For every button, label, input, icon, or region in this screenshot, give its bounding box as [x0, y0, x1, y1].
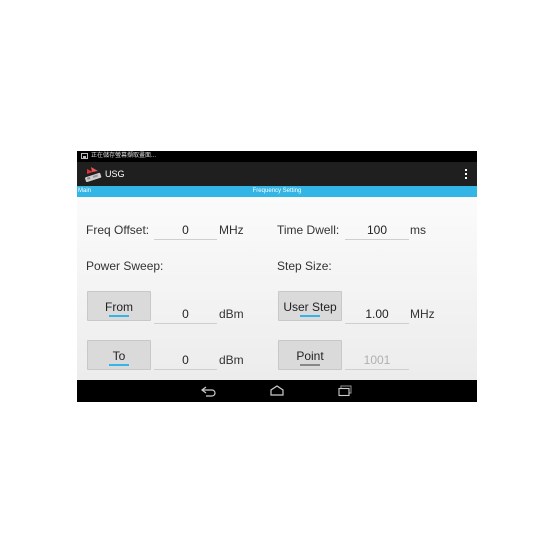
status-bar: 正在儲存螢幕擷取畫面... [77, 151, 477, 162]
back-icon[interactable] [201, 385, 217, 397]
from-button-indicator [109, 315, 129, 317]
tab-main[interactable]: Main [77, 186, 91, 197]
screenshot-notification-icon [81, 153, 88, 159]
from-value-unit: dBm [219, 307, 244, 321]
time-dwell-label: Time Dwell: [277, 223, 340, 237]
time-dwell-underline [345, 239, 409, 240]
user-step-value-underline [345, 323, 409, 324]
point-button-label: Point [296, 349, 324, 363]
user-step-value-input[interactable]: 1.00 [345, 307, 409, 321]
point-value-underline [345, 369, 409, 370]
to-button-label: To [112, 349, 126, 363]
device-screen: 正在儲存螢幕擷取畫面... USG Frequency Setting Main… [77, 151, 477, 402]
to-value-unit: dBm [219, 353, 244, 367]
freq-offset-unit: MHz [219, 223, 244, 237]
step-size-label: Step Size: [277, 259, 332, 273]
user-step-value-unit: MHz [410, 307, 435, 321]
freq-offset-label: Freq Offset: [86, 223, 150, 237]
action-bar: USG [77, 162, 477, 186]
point-value-input: 1001 [363, 353, 391, 367]
time-dwell-unit: ms [410, 223, 426, 237]
app-title: USG [105, 169, 125, 179]
freq-offset-underline [154, 239, 217, 240]
tab-frequency-setting[interactable]: Frequency Setting [77, 186, 477, 197]
recents-icon[interactable] [337, 385, 353, 397]
app-icon [85, 167, 102, 182]
from-value-input[interactable]: 0 [154, 307, 217, 321]
tab-bar: Frequency Setting Main [77, 186, 477, 197]
overflow-menu-icon[interactable] [461, 166, 471, 182]
to-button[interactable]: To [87, 340, 151, 370]
power-sweep-label: Power Sweep: [86, 259, 164, 273]
to-button-indicator [109, 364, 129, 366]
from-button-label: From [105, 300, 133, 314]
to-value-input[interactable]: 0 [154, 353, 217, 367]
from-value-underline [154, 323, 217, 324]
user-step-button-indicator [300, 315, 320, 317]
user-step-button-label: User Step [283, 300, 337, 314]
point-button[interactable]: Point [278, 340, 342, 370]
freq-offset-input[interactable]: 0 [154, 223, 217, 237]
from-button[interactable]: From [87, 291, 151, 321]
user-step-button[interactable]: User Step [278, 291, 342, 321]
to-value-underline [154, 369, 217, 370]
time-dwell-input[interactable]: 100 [345, 223, 409, 237]
frequency-setting-panel: Freq Offset: 0 MHz Time Dwell: 100 ms Po… [77, 197, 477, 380]
status-notification-text: 正在儲存螢幕擷取畫面... [91, 153, 157, 159]
home-icon[interactable] [269, 385, 285, 397]
navigation-bar [77, 380, 477, 402]
point-button-indicator [300, 364, 320, 366]
